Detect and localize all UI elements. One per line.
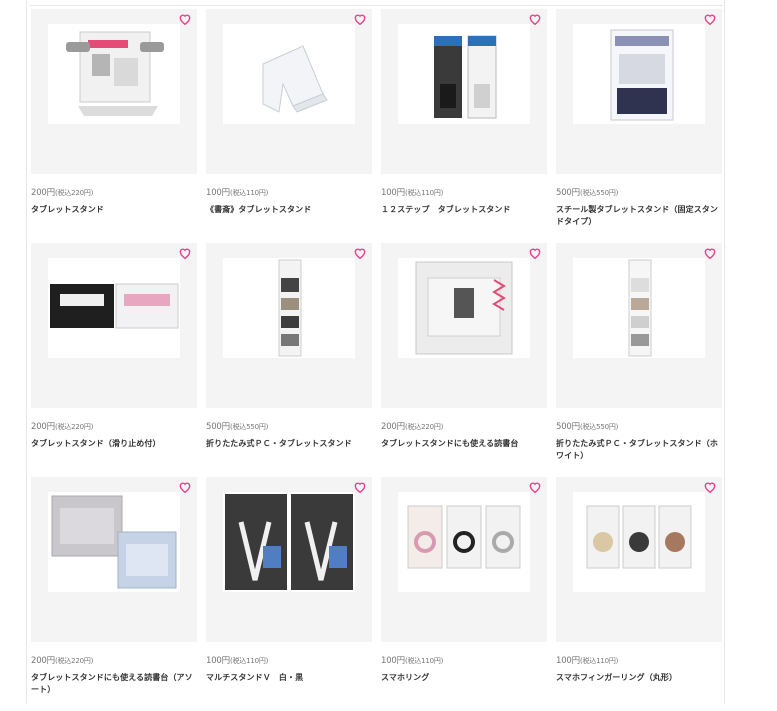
price-tax: (税込550円) [579, 189, 619, 197]
price-value: 200円 [31, 422, 55, 432]
price-value: 500円 [556, 422, 580, 432]
product-price: 100円(税込110円) [381, 654, 547, 666]
heart-icon[interactable] [353, 480, 367, 494]
product-thumbnail[interactable]: 保存 [31, 9, 197, 174]
heart-icon[interactable] [178, 12, 192, 26]
price-value: 500円 [556, 188, 580, 198]
product-price: 200円(税込220円) [381, 420, 547, 432]
product-price: 200円(税込220円) [31, 654, 197, 666]
product-thumbnail[interactable] [556, 9, 722, 174]
product-grid: 保存 200円(税込220円) タブレットスタンド [31, 9, 722, 711]
heart-icon[interactable] [703, 480, 717, 494]
heart-icon[interactable] [353, 246, 367, 260]
product-name[interactable]: １２ステップ タブレットスタンド [381, 204, 547, 216]
product-card[interactable]: 500円(税込550円) 折りたたみ式ＰＣ・タブレットスタンド [206, 243, 372, 477]
product-name[interactable]: タブレットスタンド [31, 204, 197, 216]
product-price: 100円(税込110円) [381, 186, 547, 198]
product-price: 200円(税込220円) [31, 186, 197, 198]
price-tax: (税込110円) [579, 657, 619, 665]
product-image [573, 258, 705, 358]
price-value: 200円 [381, 422, 405, 432]
product-name[interactable]: マルチスタンドＶ 白・黒 [206, 672, 372, 684]
product-card[interactable]: 100円(税込110円) スマホフィンガーリング（丸形） [556, 477, 722, 711]
price-tax: (税込220円) [54, 189, 94, 197]
product-image [398, 258, 530, 358]
heart-icon[interactable] [528, 12, 542, 26]
product-image [223, 258, 355, 358]
product-price: 100円(税込110円) [556, 654, 722, 666]
product-thumbnail[interactable] [31, 243, 197, 408]
heart-icon[interactable] [528, 480, 542, 494]
product-name[interactable]: タブレットスタンドにも使える読書台（アソート） [31, 672, 197, 696]
price-value: 100円 [381, 188, 405, 198]
price-tax: (税込220円) [54, 423, 94, 431]
product-price: 200円(税込220円) [31, 420, 197, 432]
product-name[interactable]: スマホリング [381, 672, 547, 684]
product-image [48, 492, 180, 592]
price-tax: (税込220円) [54, 657, 94, 665]
product-thumbnail[interactable] [381, 477, 547, 642]
price-tax: (税込550円) [229, 423, 269, 431]
product-card[interactable]: 100円(税込110円) スマホリング [381, 477, 547, 711]
heart-icon[interactable] [703, 246, 717, 260]
product-price: 100円(税込110円) [206, 186, 372, 198]
heart-icon[interactable] [178, 246, 192, 260]
product-name[interactable]: 《書斎》タブレットスタンド [206, 204, 372, 216]
product-price: 500円(税込550円) [556, 186, 722, 198]
price-value: 200円 [31, 656, 55, 666]
product-card[interactable]: 保存 200円(税込220円) タブレットスタンド [31, 9, 197, 243]
product-thumbnail[interactable] [381, 9, 547, 174]
product-image [223, 492, 355, 592]
product-thumbnail[interactable] [381, 243, 547, 408]
product-image [398, 24, 530, 124]
product-name[interactable]: 折りたたみ式ＰＣ・タブレットスタンド [206, 438, 372, 450]
heart-icon[interactable] [178, 480, 192, 494]
price-tax: (税込110円) [404, 657, 444, 665]
price-value: 100円 [206, 188, 230, 198]
price-value: 200円 [31, 188, 55, 198]
product-thumbnail[interactable] [206, 9, 372, 174]
product-price: 500円(税込550円) [556, 420, 722, 432]
price-tax: (税込110円) [404, 189, 444, 197]
divider [30, 5, 723, 6]
product-name[interactable]: タブレットスタンドにも使える読書台 [381, 438, 547, 450]
heart-icon[interactable] [528, 246, 542, 260]
product-name[interactable]: 折りたたみ式ＰＣ・タブレットスタンド（ホワイト） [556, 438, 722, 462]
product-name[interactable]: スマホフィンガーリング（丸形） [556, 672, 722, 684]
price-tax: (税込110円) [229, 657, 269, 665]
product-card[interactable]: 100円(税込110円) １２ステップ タブレットスタンド [381, 9, 547, 243]
product-image [398, 492, 530, 592]
heart-icon[interactable] [353, 12, 367, 26]
price-value: 100円 [206, 656, 230, 666]
product-thumbnail[interactable] [556, 243, 722, 408]
product-card[interactable]: 200円(税込220円) タブレットスタンドにも使える読書台 [381, 243, 547, 477]
product-card[interactable]: 200円(税込220円) タブレットスタンド（滑り止め付） [31, 243, 197, 477]
product-card[interactable]: 500円(税込550円) スチール製タブレットスタンド（固定スタンドタイプ） [556, 9, 722, 243]
price-value: 100円 [381, 656, 405, 666]
product-thumbnail[interactable] [31, 477, 197, 642]
product-card[interactable]: 200円(税込220円) タブレットスタンドにも使える読書台（アソート） [31, 477, 197, 711]
product-image [573, 492, 705, 592]
product-card[interactable]: 100円(税込110円) マルチスタンドＶ 白・黒 [206, 477, 372, 711]
product-image [48, 24, 180, 124]
product-card[interactable]: 500円(税込550円) 折りたたみ式ＰＣ・タブレットスタンド（ホワイト） [556, 243, 722, 477]
heart-icon[interactable] [703, 12, 717, 26]
product-price: 500円(税込550円) [206, 420, 372, 432]
product-name[interactable]: スチール製タブレットスタンド（固定スタンドタイプ） [556, 204, 722, 228]
price-value: 100円 [556, 656, 580, 666]
product-image [573, 24, 705, 124]
product-image [48, 258, 180, 358]
product-card[interactable]: 100円(税込110円) 《書斎》タブレットスタンド [206, 9, 372, 243]
price-tax: (税込550円) [579, 423, 619, 431]
product-price: 100円(税込110円) [206, 654, 372, 666]
product-thumbnail[interactable] [206, 243, 372, 408]
product-thumbnail[interactable] [556, 477, 722, 642]
price-tax: (税込220円) [404, 423, 444, 431]
product-name[interactable]: タブレットスタンド（滑り止め付） [31, 438, 197, 450]
product-image [223, 24, 355, 124]
price-value: 500円 [206, 422, 230, 432]
product-thumbnail[interactable] [206, 477, 372, 642]
price-tax: (税込110円) [229, 189, 269, 197]
